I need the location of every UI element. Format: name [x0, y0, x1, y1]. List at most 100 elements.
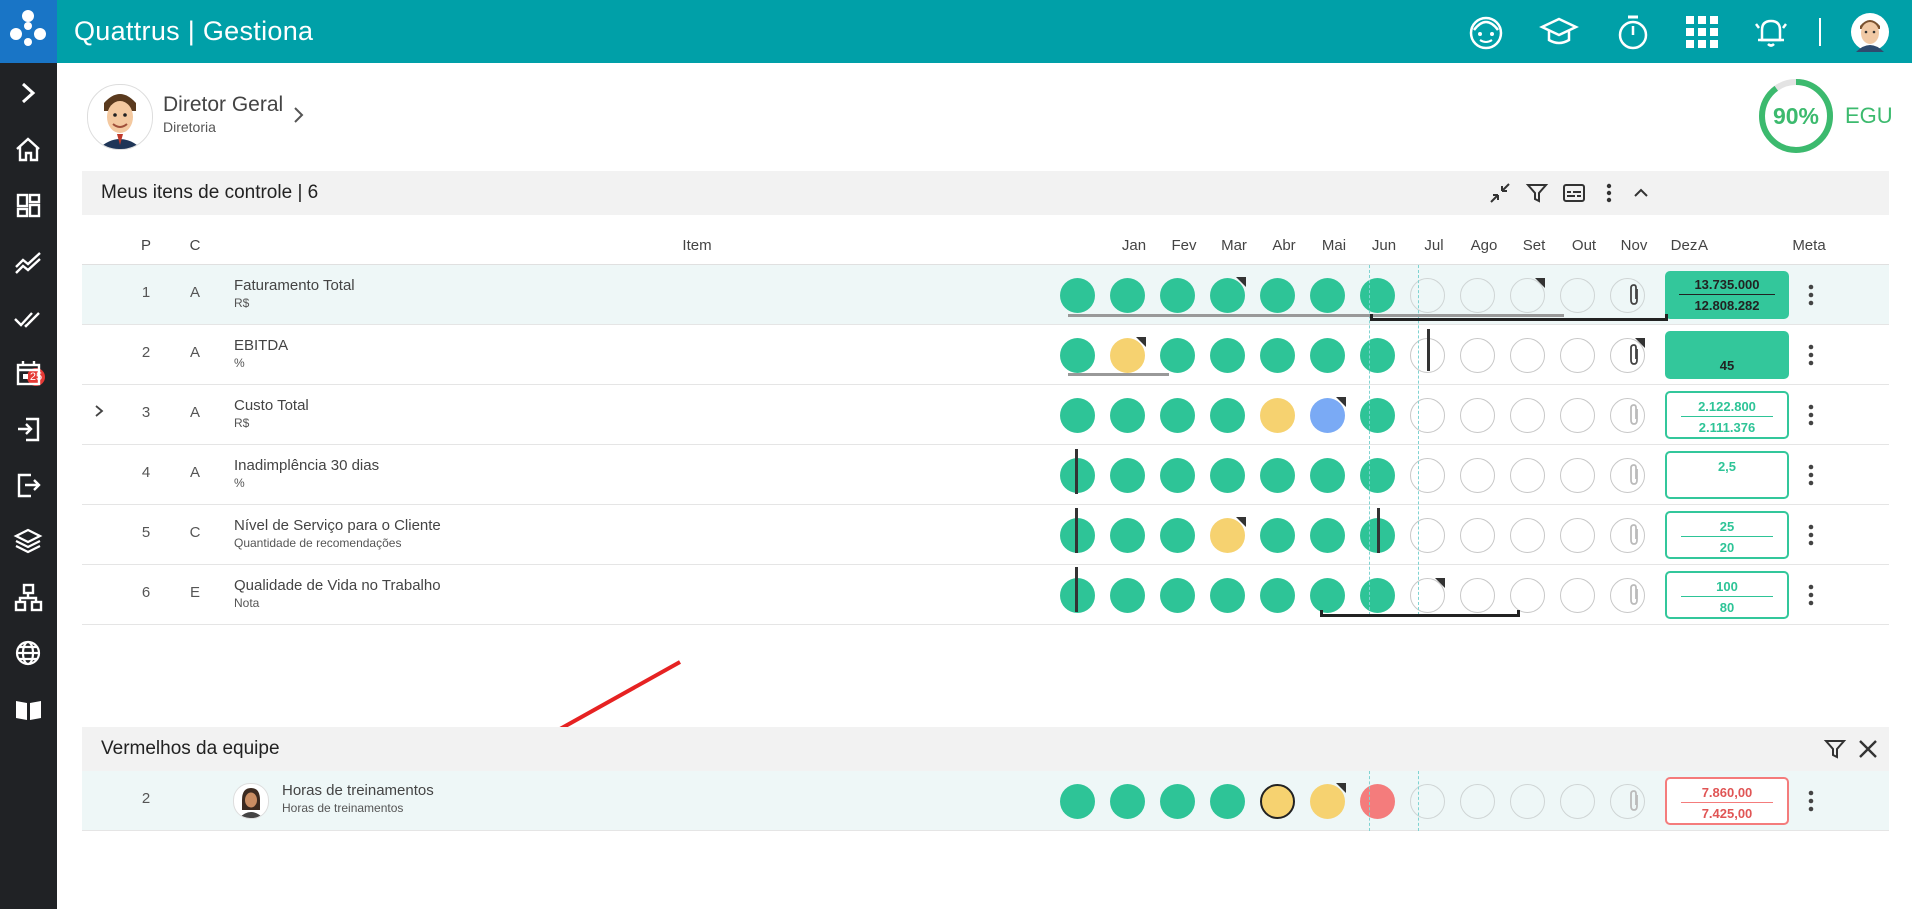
month-status-dot[interactable] [1360, 578, 1395, 613]
month-status-dot[interactable] [1560, 578, 1595, 613]
month-status-dot[interactable] [1410, 784, 1445, 819]
month-status-dot[interactable] [1460, 458, 1495, 493]
more-vertical-icon[interactable] [1800, 402, 1822, 428]
expand-chevron-icon[interactable] [12, 77, 45, 110]
month-status-dot[interactable] [1110, 458, 1145, 493]
month-status-dot[interactable] [1510, 458, 1545, 493]
month-status-dot[interactable] [1110, 578, 1145, 613]
graduation-cap-icon[interactable] [1539, 12, 1579, 52]
month-status-dot[interactable] [1260, 458, 1295, 493]
collapse-arrows-icon[interactable] [1488, 181, 1512, 205]
expand-row-icon[interactable] [92, 403, 106, 419]
dashboard-icon[interactable] [12, 189, 45, 222]
item-title[interactable]: Horas de treinamentos [282, 782, 434, 799]
month-status-dot[interactable] [1510, 578, 1545, 613]
meta-box[interactable]: 13.735.000 12.808.282 [1665, 271, 1789, 319]
more-vertical-icon[interactable] [1597, 181, 1621, 205]
month-status-dot[interactable] [1460, 398, 1495, 433]
month-status-dot[interactable] [1110, 784, 1145, 819]
month-status-dot[interactable] [1260, 338, 1295, 373]
month-status-dot[interactable] [1060, 784, 1095, 819]
month-status-dot[interactable] [1210, 578, 1245, 613]
month-status-dot[interactable] [1560, 518, 1595, 553]
month-status-dot[interactable] [1560, 458, 1595, 493]
paperclip-icon[interactable] [1624, 582, 1644, 608]
filter-icon[interactable] [1525, 181, 1549, 205]
month-status-dot[interactable] [1160, 338, 1195, 373]
chevron-up-icon[interactable] [1629, 181, 1653, 205]
meta-box[interactable]: 2.122.800 2.111.376 [1665, 391, 1789, 439]
item-title[interactable]: Inadimplência 30 dias [234, 457, 379, 474]
month-status-dot[interactable] [1310, 397, 1346, 433]
paperclip-icon[interactable] [1624, 462, 1644, 488]
logout-icon[interactable] [12, 469, 45, 502]
month-status-dot[interactable] [1360, 784, 1395, 819]
paperclip-icon[interactable] [1624, 402, 1644, 428]
month-status-dot[interactable] [1360, 278, 1395, 313]
logo[interactable] [0, 0, 57, 63]
month-status-dot[interactable] [1410, 398, 1445, 433]
item-title[interactable]: Faturamento Total [234, 277, 355, 294]
stopwatch-icon[interactable] [1613, 12, 1653, 52]
paperclip-icon[interactable] [1624, 342, 1644, 368]
meta-box[interactable]: 100 80 [1665, 571, 1789, 619]
month-status-dot[interactable] [1460, 338, 1495, 373]
avatar[interactable] [1850, 12, 1890, 52]
month-status-dot[interactable] [1360, 338, 1395, 373]
month-status-dot[interactable] [1310, 518, 1345, 553]
paperclip-icon[interactable] [1624, 788, 1644, 814]
month-status-dot[interactable] [1310, 783, 1346, 819]
login-icon[interactable] [12, 413, 45, 446]
layers-icon[interactable] [12, 525, 45, 558]
home-icon[interactable] [12, 133, 45, 166]
month-status-dot[interactable] [1110, 398, 1145, 433]
month-status-dot[interactable] [1410, 578, 1445, 613]
apps-grid-icon[interactable] [1682, 12, 1722, 52]
chart-trend-icon[interactable] [12, 245, 45, 278]
meta-box[interactable]: 7.860,00 7.425,00 [1665, 777, 1789, 825]
more-vertical-icon[interactable] [1800, 462, 1822, 488]
month-status-dot[interactable] [1260, 784, 1295, 819]
close-icon[interactable] [1856, 737, 1880, 761]
month-status-dot[interactable] [1510, 338, 1545, 373]
item-title[interactable]: Custo Total [234, 397, 309, 414]
month-status-dot[interactable] [1160, 398, 1195, 433]
month-status-dot[interactable] [1310, 338, 1345, 373]
more-vertical-icon[interactable] [1800, 282, 1822, 308]
month-status-dot[interactable] [1310, 278, 1345, 313]
score-unit[interactable]: EGU [1845, 103, 1893, 129]
bell-alarm-icon[interactable] [1751, 12, 1791, 52]
paperclip-icon[interactable] [1624, 522, 1644, 548]
paperclip-icon[interactable] [1624, 282, 1644, 308]
globe-icon[interactable] [12, 637, 45, 670]
month-status-dot[interactable] [1210, 784, 1245, 819]
month-status-dot[interactable] [1260, 518, 1295, 553]
month-status-dot[interactable] [1160, 458, 1195, 493]
more-vertical-icon[interactable] [1800, 522, 1822, 548]
month-status-dot[interactable] [1510, 398, 1545, 433]
month-status-dot[interactable] [1460, 278, 1495, 313]
filter-icon[interactable] [1823, 737, 1847, 761]
month-status-dot[interactable] [1510, 518, 1545, 553]
calendar-icon[interactable] [12, 357, 45, 390]
item-title[interactable]: Qualidade de Vida no Trabalho [234, 577, 441, 594]
month-status-dot[interactable] [1060, 338, 1095, 373]
chevron-right-icon[interactable] [291, 105, 307, 125]
month-status-dot[interactable] [1410, 278, 1445, 313]
month-status-dot[interactable] [1510, 784, 1545, 819]
month-status-dot[interactable] [1260, 278, 1295, 313]
month-status-dot[interactable] [1460, 784, 1495, 819]
user-avatar[interactable] [87, 84, 153, 150]
month-status-dot[interactable] [1110, 278, 1145, 313]
hierarchy-icon[interactable] [12, 581, 45, 614]
team-member-avatar[interactable] [233, 783, 269, 819]
month-status-dot[interactable] [1510, 278, 1545, 313]
book-icon[interactable] [12, 693, 45, 726]
month-status-dot[interactable] [1210, 398, 1245, 433]
month-status-dot[interactable] [1310, 578, 1345, 613]
month-status-dot[interactable] [1560, 338, 1595, 373]
month-status-dot[interactable] [1210, 458, 1245, 493]
month-status-dot[interactable] [1210, 338, 1245, 373]
item-title[interactable]: EBITDA [234, 337, 288, 354]
month-status-dot[interactable] [1160, 278, 1195, 313]
